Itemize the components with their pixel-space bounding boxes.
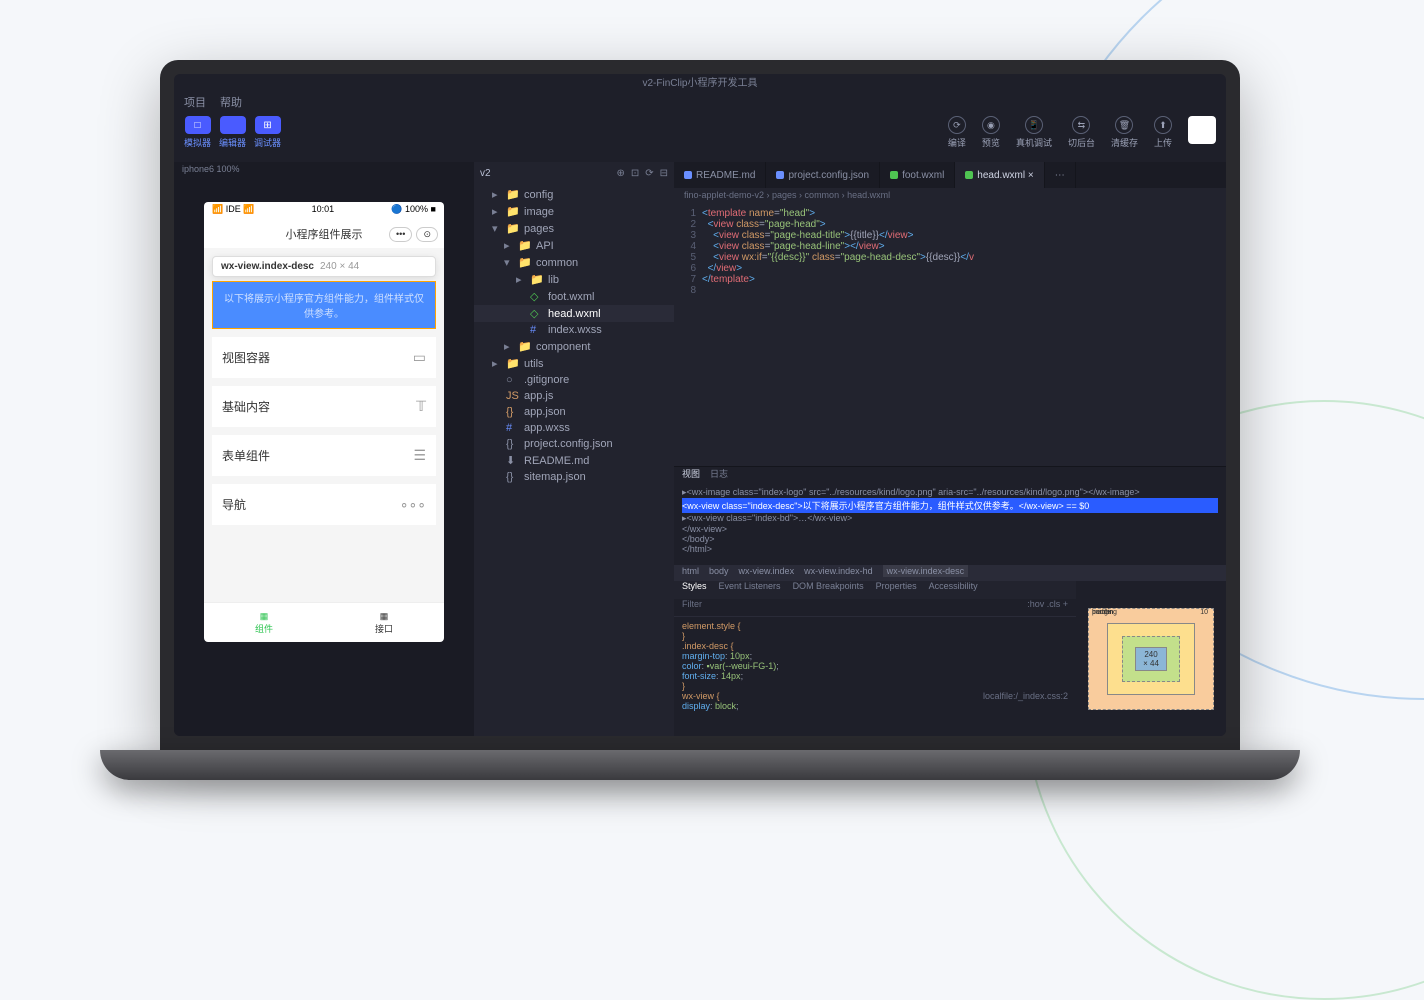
tree-foot.wxml[interactable]: ◇foot.wxml [474,288,674,305]
tree-app.wxss[interactable]: #app.wxss [474,420,674,436]
tab-project.config.json[interactable]: project.config.json [766,162,880,188]
toolbar-编辑器[interactable]: 编辑器 [219,116,246,149]
capsule-menu-icon[interactable]: ••• [389,227,412,242]
action-切后台[interactable]: ⇆切后台 [1068,116,1095,149]
toolbar-模拟器[interactable]: □模拟器 [184,116,211,149]
action-上传[interactable]: ⬆上传 [1154,116,1172,149]
explorer-root[interactable]: v2 [480,168,491,179]
tree-utils[interactable]: ▸📁utils [474,355,674,372]
file-explorer: v2 ⊕ ⊡ ⟳ ⊟ ▸📁config▸📁image▾📁pages▸📁API▾📁… [474,162,674,736]
list-item[interactable]: 基础内容𝕋 [212,386,436,427]
laptop-mockup: v2-FinClip小程序开发工具 项目 帮助 □模拟器编辑器 ⊞调试器 ⟳编译 ◉… [160,60,1240,780]
menu-help[interactable]: 帮助 [220,94,242,110]
menu-bar: 项目 帮助 [174,92,1226,112]
phone-tab-组件[interactable]: ▦组件 [204,603,324,642]
new-folder-icon[interactable]: ⊡ [631,168,639,179]
tree-project.config.json[interactable]: {}project.config.json [474,436,674,452]
tree-image[interactable]: ▸📁image [474,203,674,220]
css-rules[interactable]: element.style {}.index-desc {</span></di… [674,617,1076,736]
phone-tabbar: ▦组件▦接口 [204,602,444,642]
styles-filter[interactable]: Filter [682,599,702,616]
new-file-icon[interactable]: ⊕ [616,168,624,179]
simulator-panel: iphone6 100% 📶 IDE 📶 10:01 🔵 100% ■ 小程序组… [174,162,474,736]
element-tooltip: wx-view.index-desc240 × 44 [212,256,436,277]
tree-API[interactable]: ▸📁API [474,237,674,254]
devtools-tab-console[interactable]: 日志 [710,467,728,485]
styles-tab-DOM Breakpoints[interactable]: DOM Breakpoints [793,581,864,599]
action-清缓存[interactable]: 🗑清缓存 [1111,116,1138,149]
toolbar: □模拟器编辑器 ⊞调试器 ⟳编译 ◉预览 📱真机调试 ⇆切后台 🗑清缓存 ⬆上传 [174,112,1226,162]
list-item[interactable]: 视图容器▭ [212,337,436,378]
devtools-tab-elements[interactable]: 视图 [682,467,700,485]
styles-tab-Properties[interactable]: Properties [876,581,917,599]
list-item[interactable]: 导航∘∘∘ [212,484,436,525]
tree-pages[interactable]: ▾📁pages [474,220,674,237]
dom-tree[interactable]: ▸<wx-image class="index-logo" src="../re… [674,485,1226,565]
dom-breadcrumb[interactable]: htmlbodywx-view.indexwx-view.index-hdwx-… [674,565,1226,581]
phone-status-bar: 📶 IDE 📶 10:01 🔵 100% ■ [204,202,444,220]
action-预览[interactable]: ◉预览 [982,116,1000,149]
tree-app.js[interactable]: JSapp.js [474,388,674,404]
tab-more-icon[interactable]: ⋯ [1045,162,1076,188]
tab-README.md[interactable]: README.md [674,162,766,188]
tree-config[interactable]: ▸📁config [474,186,674,203]
menu-project[interactable]: 项目 [184,94,206,110]
collapse-icon[interactable]: ⊟ [660,168,668,179]
tree-lib[interactable]: ▸📁lib [474,271,674,288]
styles-tab-Accessibility[interactable]: Accessibility [929,581,978,599]
styles-tab-Event Listeners[interactable]: Event Listeners [719,581,781,599]
list-item[interactable]: 表单组件☰ [212,435,436,476]
toolbar-调试器[interactable]: ⊞调试器 [254,116,281,149]
action-编译[interactable]: ⟳编译 [948,116,966,149]
tree-component[interactable]: ▸📁component [474,338,674,355]
phone-preview: 📶 IDE 📶 10:01 🔵 100% ■ 小程序组件展示 •••⊙ wx-v… [204,202,444,642]
styles-hov-cls[interactable]: :hov .cls + [1027,599,1068,616]
tree-sitemap.json[interactable]: {}sitemap.json [474,469,674,485]
tree-index.wxss[interactable]: #index.wxss [474,322,674,338]
tree-README.md[interactable]: ⬇README.md [474,452,674,469]
phone-tab-接口[interactable]: ▦接口 [324,603,444,642]
refresh-icon[interactable]: ⟳ [645,168,653,179]
editor-panel: README.mdproject.config.jsonfoot.wxmlhea… [674,162,1226,736]
code-editor[interactable]: 12345678 <template name="head"> <view cl… [674,206,1226,466]
ide-window: v2-FinClip小程序开发工具 项目 帮助 □模拟器编辑器 ⊞调试器 ⟳编译 ◉… [174,74,1226,736]
tree-common[interactable]: ▾📁common [474,254,674,271]
tree-head.wxml[interactable]: ◇head.wxml [474,305,674,322]
tree-app.json[interactable]: {}app.json [474,404,674,420]
tab-foot.wxml[interactable]: foot.wxml [880,162,955,188]
breadcrumbs[interactable]: fino-applet-demo-v2 › pages › common › h… [674,188,1226,206]
box-model: margin 10 border padding 240 × 44 [1076,581,1226,736]
phone-nav-bar: 小程序组件展示 •••⊙ [204,220,444,248]
action-真机调试[interactable]: 📱真机调试 [1016,116,1052,149]
avatar[interactable] [1188,116,1216,144]
tree-.gitignore[interactable]: ○.gitignore [474,372,674,388]
highlighted-element[interactable]: 以下将展示小程序官方组件能力，组件样式仅供参考。 [212,281,436,329]
window-title: v2-FinClip小程序开发工具 [174,74,1226,92]
simulator-device-label: iphone6 100% [174,162,474,182]
tab-head.wxml[interactable]: head.wxml × [955,162,1044,188]
devtools-panel: 视图 日志 ▸<wx-image class="index-logo" src=… [674,466,1226,736]
capsule-close-icon[interactable]: ⊙ [416,227,438,242]
editor-tabs: README.mdproject.config.jsonfoot.wxmlhea… [674,162,1226,188]
styles-tab-Styles[interactable]: Styles [682,581,707,599]
